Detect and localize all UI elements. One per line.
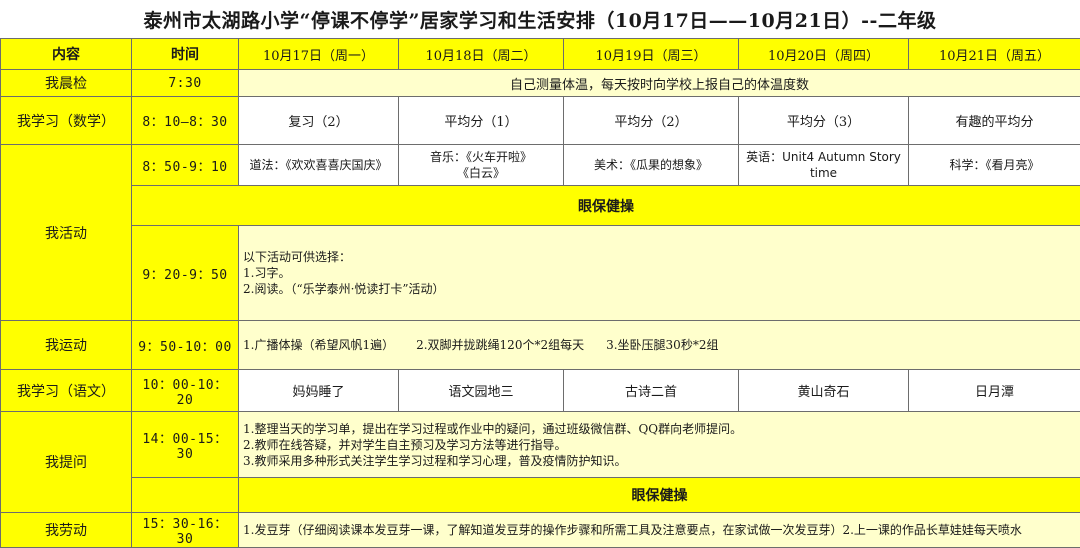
labor-label: 我劳动 xyxy=(1,513,132,548)
labor-time: 15：30-16：30 xyxy=(132,513,239,548)
sport-row: 我运动 9：50-10：00 1.广播体操（希望风帆1遍） 2.双脚并拢跳绳120… xyxy=(1,321,1080,370)
labor-text: 1.发豆芽（仔细阅读课本发豆芽一课，了解知道发豆芽的操作步骤和所需工具及注意要点… xyxy=(239,513,1080,548)
activity-option-intro: 以下活动可供选择： xyxy=(243,249,1076,265)
header-content: 内容 xyxy=(1,39,132,70)
activity-option-1: 1.习字。 xyxy=(243,265,1076,281)
activity-cell-5: 科学：《看月亮》 xyxy=(909,145,1080,186)
chinese-cell-1: 妈妈睡了 xyxy=(239,370,399,412)
activity-cell-2: 音乐：《火车开啦》 《白云》 xyxy=(399,145,564,186)
labor-row: 我劳动 15：30-16：30 1.发豆芽（仔细阅读课本发豆芽一课，了解知道发豆… xyxy=(1,513,1080,548)
question-items: 1.整理当天的学习单，提出在学习过程或作业中的疑问，通过班级微信群、QQ群向老师… xyxy=(239,412,1080,478)
activity-cell-2-line-2: 《白云》 xyxy=(403,165,559,181)
activity-cell-4: 英语：Unit4 Autumn Story time xyxy=(739,145,909,186)
activity-cell-2-line-1: 音乐：《火车开啦》 xyxy=(403,149,559,165)
morning-check-time: 7:30 xyxy=(132,70,239,97)
header-day-2: 10月18日（周二） xyxy=(399,39,564,70)
question-item-2: 2.教师在线答疑，并对学生自主预习及学习方法等进行指导。 xyxy=(243,437,1076,453)
math-cell-4: 平均分（3） xyxy=(739,97,909,145)
header-time: 时间 xyxy=(132,39,239,70)
sport-item-3: 3.坐卧压腿30秒*2组 xyxy=(606,337,718,353)
header-day-4: 10月20日（周四） xyxy=(739,39,909,70)
activity-options: 以下活动可供选择： 1.习字。 2.阅读。（“乐学泰州·悦读打卡”活动） xyxy=(239,226,1080,321)
activity-time-2: 9：20-9：50 xyxy=(132,226,239,321)
header-row: 内容 时间 10月17日（周一） 10月18日（周二） 10月19日（周三） 1… xyxy=(1,39,1080,70)
sport-label: 我运动 xyxy=(1,321,132,370)
math-time: 8：10—8：30 xyxy=(132,97,239,145)
sport-items: 1.广播体操（希望风帆1遍） 2.双脚并拢跳绳120个*2组每天 3.坐卧压腿30秒… xyxy=(239,321,1080,370)
header-day-1: 10月17日（周一） xyxy=(239,39,399,70)
eye-exercise-row-1: 眼保健操 xyxy=(1,186,1080,226)
activity-row-2: 9：20-9：50 以下活动可供选择： 1.习字。 2.阅读。（“乐学泰州·悦读… xyxy=(1,226,1080,321)
sport-item-2: 2.双脚并拢跳绳120个*2组每天 xyxy=(416,337,584,353)
question-time: 14：00-15：30 xyxy=(132,412,239,478)
activity-row-1: 我活动 8：50-9：10 道法：《欢欢喜喜庆国庆》 音乐：《火车开啦》 《白云… xyxy=(1,145,1080,186)
header-day-3: 10月19日（周三） xyxy=(564,39,739,70)
chinese-cell-3: 古诗二首 xyxy=(564,370,739,412)
question-item-1: 1.整理当天的学习单，提出在学习过程或作业中的疑问，通过班级微信群、QQ群向老师… xyxy=(243,421,1076,437)
page-title: 泰州市太湖路小学“停课不停学”居家学习和生活安排（10月17日——10月21日）… xyxy=(0,0,1080,38)
math-cell-1: 复习（2） xyxy=(239,97,399,145)
math-label: 我学习（数学） xyxy=(1,97,132,145)
sport-item-1: 1.广播体操（希望风帆1遍） xyxy=(243,337,394,353)
math-cell-3: 平均分（2） xyxy=(564,97,739,145)
activity-cell-3: 美术：《瓜果的想象》 xyxy=(564,145,739,186)
question-row: 我提问 14：00-15：30 1.整理当天的学习单，提出在学习过程或作业中的疑… xyxy=(1,412,1080,478)
morning-check-label: 我晨检 xyxy=(1,70,132,97)
header-day-5: 10月21日（周五） xyxy=(909,39,1080,70)
math-row: 我学习（数学） 8：10—8：30 复习（2） 平均分（1） 平均分（2） 平均… xyxy=(1,97,1080,145)
chinese-row: 我学习（语文） 10：00-10：20 妈妈睡了 语文园地三 古诗二首 黄山奇石… xyxy=(1,370,1080,412)
question-time-blank xyxy=(132,478,239,513)
activity-cell-1: 道法：《欢欢喜喜庆国庆》 xyxy=(239,145,399,186)
math-cell-2: 平均分（1） xyxy=(399,97,564,145)
sport-time: 9：50-10：00 xyxy=(132,321,239,370)
chinese-cell-4: 黄山奇石 xyxy=(739,370,909,412)
math-cell-5: 有趣的平均分 xyxy=(909,97,1080,145)
activity-option-2: 2.阅读。（“乐学泰州·悦读打卡”活动） xyxy=(243,281,1076,297)
morning-check-text: 自己测量体温，每天按时向学校上报自己的体温度数 xyxy=(239,70,1080,97)
eye-exercise-band-2: 眼保健操 xyxy=(239,478,1080,513)
eye-exercise-band-1: 眼保健操 xyxy=(132,186,1080,226)
activity-label: 我活动 xyxy=(1,145,132,321)
question-item-3: 3.教师采用多种形式关注学生学习过程和学习心理，普及疫情防护知识。 xyxy=(243,453,1076,469)
schedule-table: 内容 时间 10月17日（周一） 10月18日（周二） 10月19日（周三） 1… xyxy=(0,38,1080,548)
question-label: 我提问 xyxy=(1,412,132,513)
morning-check-row: 我晨检 7:30 自己测量体温，每天按时向学校上报自己的体温度数 xyxy=(1,70,1080,97)
activity-time-1: 8：50-9：10 xyxy=(132,145,239,186)
chinese-cell-2: 语文园地三 xyxy=(399,370,564,412)
chinese-label: 我学习（语文） xyxy=(1,370,132,412)
chinese-time: 10：00-10：20 xyxy=(132,370,239,412)
chinese-cell-5: 日月潭 xyxy=(909,370,1080,412)
eye-exercise-row-2: 眼保健操 xyxy=(1,478,1080,513)
